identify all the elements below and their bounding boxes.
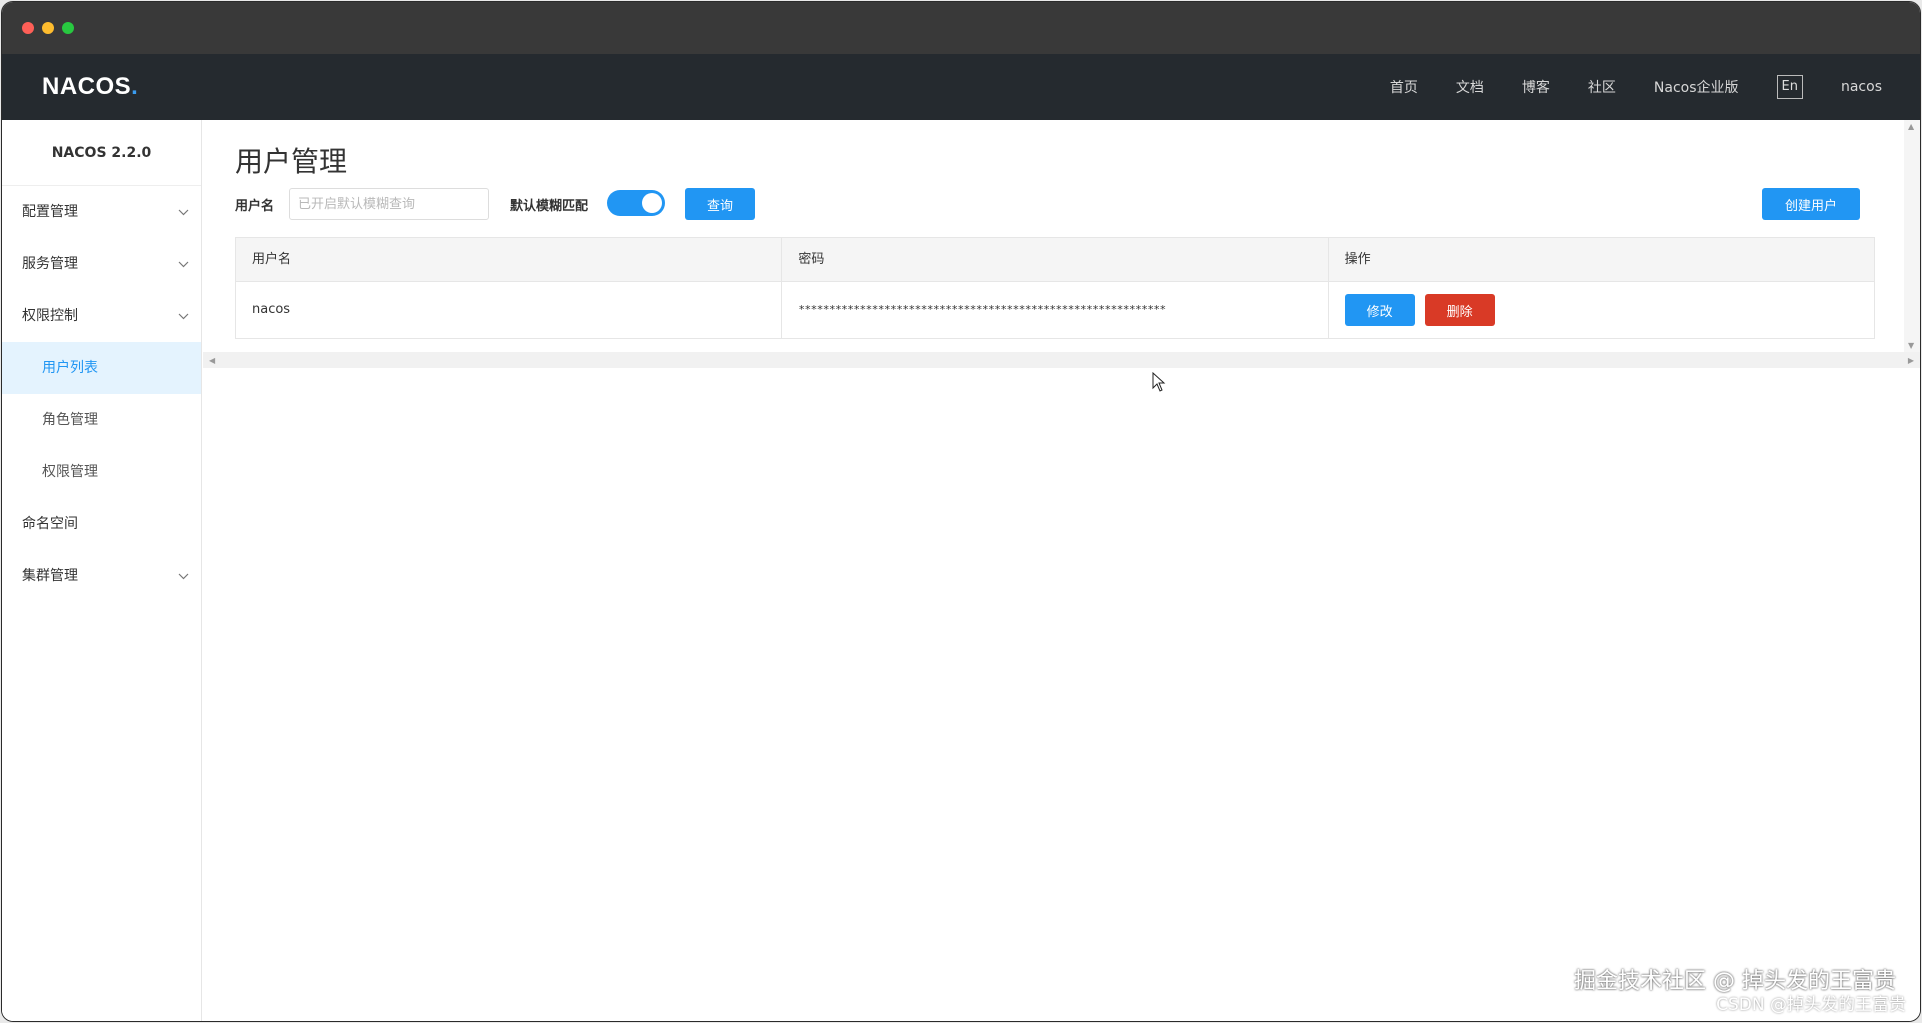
- column-header-actions: 操作: [1344, 252, 1371, 267]
- sidebar-item-namespace[interactable]: 命名空间: [2, 498, 201, 550]
- username-filter-label: 用户名: [235, 199, 275, 214]
- cell-actions: 修改 删除: [1329, 282, 1874, 338]
- scroll-up-icon[interactable]: ▲: [1908, 122, 1914, 131]
- sidebar-item-label: 服务管理: [22, 256, 78, 272]
- chevron-down-icon: [177, 238, 189, 290]
- user-menu[interactable]: nacos: [1841, 79, 1882, 95]
- main-content: 用户管理 用户名 默认模糊匹配 查询 创建用户 用户名 密码 操作 nacos …: [203, 120, 1920, 1021]
- nav-link-docs[interactable]: 文档: [1456, 77, 1484, 97]
- sidebar-item-label: 配置管理: [22, 204, 78, 220]
- chevron-down-icon: [177, 290, 189, 342]
- chevron-down-icon: [177, 186, 189, 238]
- table-row: nacos **********************************…: [236, 282, 1874, 338]
- nav-link-community[interactable]: 社区: [1588, 77, 1616, 97]
- table-header: 用户名 密码 操作: [236, 238, 1874, 282]
- sidebar: NACOS 2.2.0 配置管理 服务管理 权限控制 用户列表 角色管理 权限管…: [2, 120, 202, 1021]
- logo-text: NACOS: [42, 73, 132, 100]
- create-user-button[interactable]: 创建用户: [1762, 188, 1860, 220]
- top-navigation: NACOS. 首页 文档 博客 社区 Nacos企业版 En nacos: [2, 54, 1920, 120]
- sidebar-item-config[interactable]: 配置管理: [2, 186, 201, 238]
- version-label: NACOS 2.2.0: [2, 120, 201, 186]
- window-titlebar: [2, 2, 1920, 54]
- chevron-down-icon: [177, 550, 189, 602]
- fuzzy-match-toggle[interactable]: [607, 190, 665, 216]
- vertical-scrollbar[interactable]: ▲ ▼: [1904, 120, 1920, 352]
- nacos-logo[interactable]: NACOS.: [42, 73, 139, 100]
- logo-dot: .: [131, 73, 139, 100]
- sidebar-item-label: 权限控制: [22, 308, 78, 324]
- close-window-button[interactable]: [22, 22, 34, 34]
- sidebar-item-permission-management[interactable]: 权限管理: [2, 446, 201, 498]
- sidebar-item-auth[interactable]: 权限控制: [2, 290, 201, 342]
- query-button[interactable]: 查询: [685, 188, 755, 220]
- sidebar-item-user-list[interactable]: 用户列表: [2, 342, 201, 394]
- scroll-left-icon[interactable]: ◀: [209, 356, 215, 365]
- column-header-username: 用户名: [236, 238, 783, 281]
- cell-username: nacos: [236, 282, 783, 338]
- filter-bar: 用户名 默认模糊匹配 查询 创建用户: [235, 188, 1860, 220]
- toggle-knob: [642, 193, 662, 213]
- watermark-csdn: CSDN @掉头发的王富贵: [1716, 995, 1906, 1015]
- language-switch-button[interactable]: En: [1776, 75, 1803, 99]
- page-title: 用户管理: [235, 145, 348, 178]
- nav-link-blog[interactable]: 博客: [1522, 77, 1550, 97]
- scroll-right-icon[interactable]: ▶: [1908, 356, 1914, 365]
- edit-user-button[interactable]: 修改: [1344, 294, 1415, 326]
- sidebar-item-cluster[interactable]: 集群管理: [2, 550, 201, 602]
- nav-links: 首页 文档 博客 社区 Nacos企业版 En nacos: [1352, 54, 1882, 120]
- nav-link-home[interactable]: 首页: [1390, 77, 1418, 97]
- sidebar-item-label: 集群管理: [22, 568, 78, 584]
- users-table: 用户名 密码 操作 nacos ************************…: [235, 237, 1875, 339]
- browser-window: NACOS. 首页 文档 博客 社区 Nacos企业版 En nacos NAC…: [1, 1, 1921, 1022]
- fuzzy-match-label: 默认模糊匹配: [510, 199, 589, 214]
- column-header-password: 密码: [782, 238, 1329, 281]
- minimize-window-button[interactable]: [42, 22, 54, 34]
- sidebar-item-label: 命名空间: [22, 516, 78, 532]
- scroll-down-icon[interactable]: ▼: [1908, 341, 1914, 350]
- delete-user-button[interactable]: 删除: [1424, 294, 1495, 326]
- sidebar-item-service[interactable]: 服务管理: [2, 238, 201, 290]
- horizontal-scrollbar[interactable]: ◀ ▶: [203, 352, 1920, 368]
- nav-link-enterprise[interactable]: Nacos企业版: [1654, 77, 1739, 97]
- mouse-cursor-icon: [1152, 372, 1166, 392]
- maximize-window-button[interactable]: [62, 22, 74, 34]
- sidebar-item-role-management[interactable]: 角色管理: [2, 394, 201, 446]
- username-search-input[interactable]: [289, 188, 489, 220]
- cell-password: ****************************************…: [782, 282, 1329, 338]
